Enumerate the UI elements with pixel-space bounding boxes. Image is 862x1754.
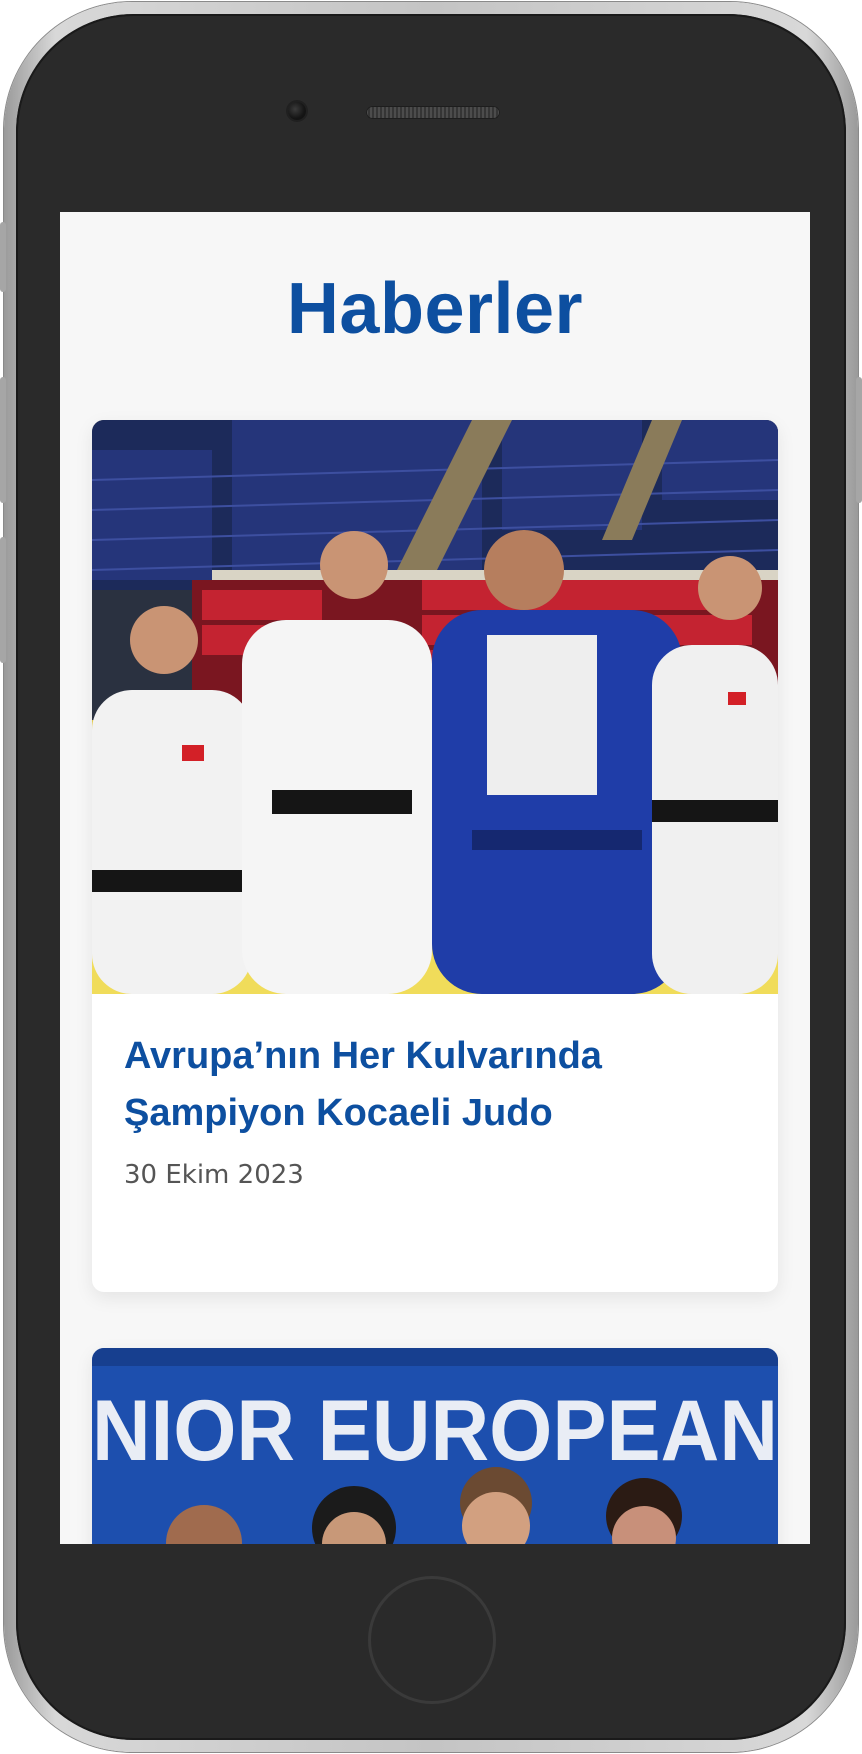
news-title[interactable]: Avrupa’nın Her Kulvarında Şampiyon Kocae… [124,1028,744,1142]
home-button[interactable] [368,1576,496,1704]
page-title: Haberler [286,269,584,349]
front-camera-icon [288,102,306,120]
news-title-line[interactable]: Avrupa’nın Her Kulvarında [124,1035,602,1077]
banner-text: NIOR EUROPEAN [92,1383,778,1479]
news-title-line[interactable]: Şampiyon Kocaeli Judo [124,1092,553,1134]
news-card[interactable]: NIOR EUROPEAN [92,1348,778,1544]
phone-screen: Haberler Avrupa’nın Her Kulvarında Şampi… [60,212,810,1544]
earpiece-speaker [366,106,500,119]
news-date: 30 Ekim 2023 [124,1160,304,1190]
volume-down-button [0,537,6,663]
news-image[interactable]: NIOR EUROPEAN [92,1348,778,1544]
mute-switch [0,222,6,292]
volume-up-button [0,377,6,503]
phone-frame: Haberler Avrupa’nın Her Kulvarında Şampi… [0,2,862,1752]
power-button [856,377,862,503]
news-image[interactable] [92,420,778,994]
news-card[interactable]: Avrupa’nın Her Kulvarında Şampiyon Kocae… [92,420,778,1292]
